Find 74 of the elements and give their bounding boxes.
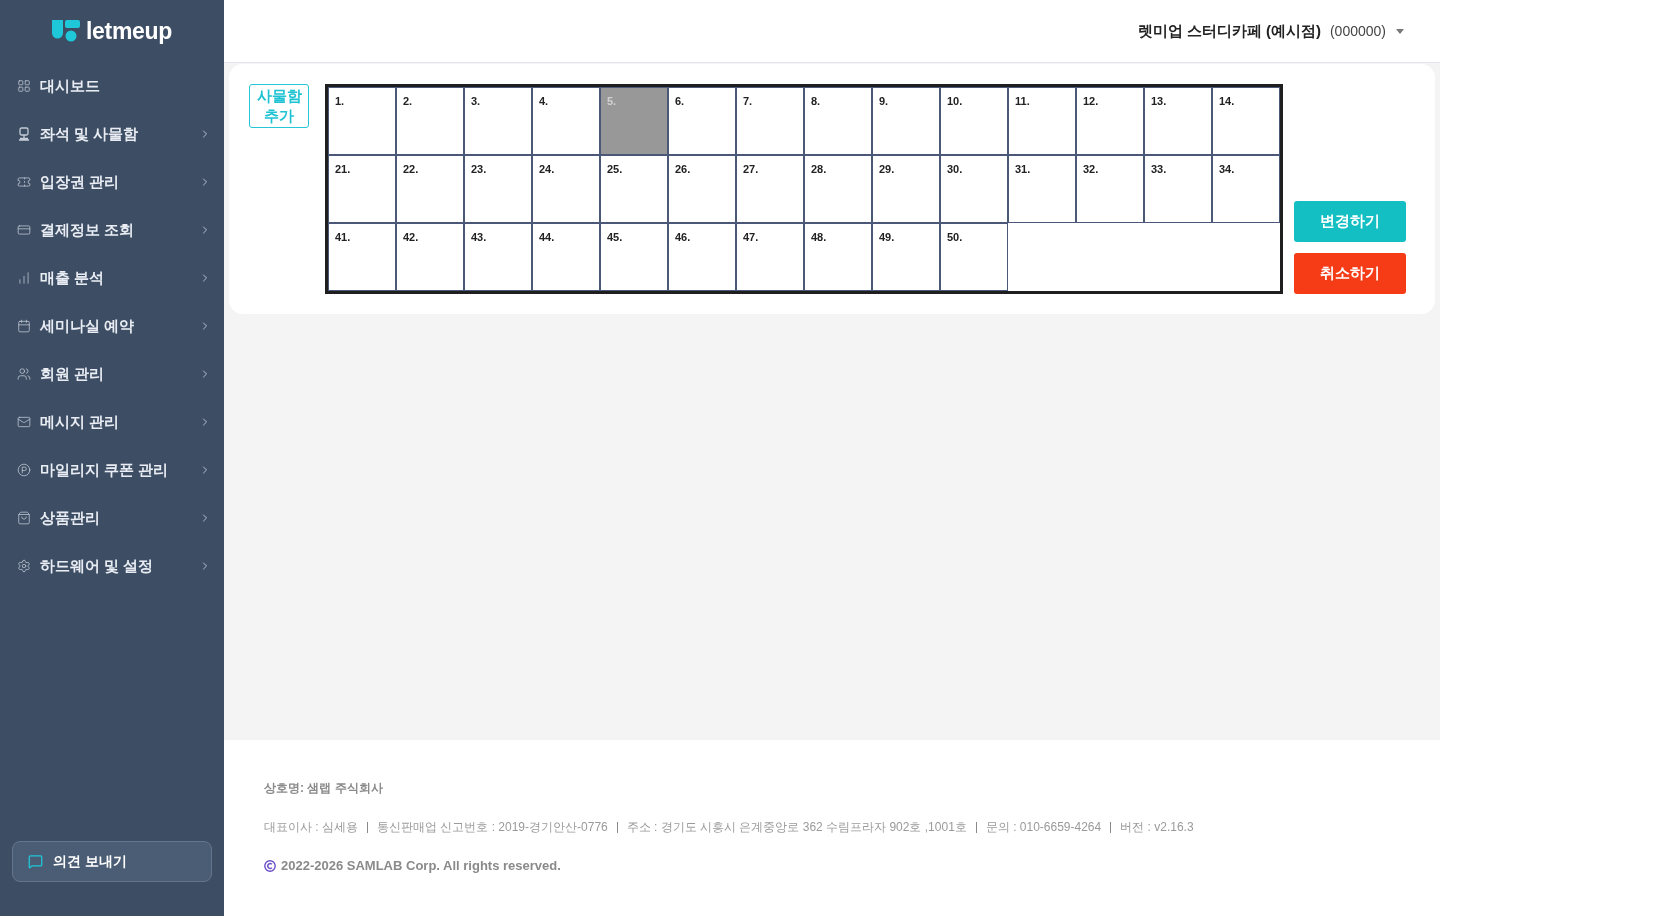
sidebar-item[interactable]: 메시지 관리 bbox=[0, 398, 224, 446]
sidebar-item[interactable]: 좌석 및 사물함 bbox=[0, 110, 224, 158]
sidebar-item[interactable]: 대시보드 bbox=[0, 62, 224, 110]
footer-info: 버전 : v2.16.3 bbox=[1120, 819, 1194, 835]
logo-mark-icon bbox=[51, 20, 80, 42]
sidebar-item[interactable]: 세미나실 예약 bbox=[0, 302, 224, 350]
locker-cell[interactable]: 41. bbox=[328, 223, 396, 291]
sidebar-item[interactable]: 하드웨어 및 설정 bbox=[0, 542, 224, 590]
sidebar-item[interactable]: 마일리지 쿠폰 관리 bbox=[0, 446, 224, 494]
sidebar-item[interactable]: 입장권 관리 bbox=[0, 158, 224, 206]
locker-cell[interactable]: 14. bbox=[1212, 87, 1280, 155]
credit-card-icon bbox=[17, 223, 31, 237]
sidebar-item[interactable]: 결제정보 조회 bbox=[0, 206, 224, 254]
logo-text: letmeup bbox=[85, 19, 173, 43]
users-icon bbox=[17, 367, 31, 381]
feedback-button[interactable]: 의견 보내기 bbox=[12, 841, 212, 882]
locker-cell[interactable]: 8. bbox=[804, 87, 872, 155]
locker-cell[interactable]: 24. bbox=[532, 155, 600, 223]
cancel-button[interactable]: 취소하기 bbox=[1294, 253, 1406, 294]
locker-cell[interactable]: 22. bbox=[396, 155, 464, 223]
locker-cell[interactable]: 25. bbox=[600, 155, 668, 223]
monitor-icon bbox=[17, 127, 31, 141]
speech-bubble-icon bbox=[28, 854, 43, 869]
locker-cell[interactable]: 48. bbox=[804, 223, 872, 291]
locker-cell[interactable]: 28. bbox=[804, 155, 872, 223]
locker-cell[interactable]: 42. bbox=[396, 223, 464, 291]
sidebar-item[interactable]: 회원 관리 bbox=[0, 350, 224, 398]
locker-cell[interactable]: 4. bbox=[532, 87, 600, 155]
mail-icon bbox=[17, 415, 31, 429]
locker-cell[interactable]: 34. bbox=[1212, 155, 1280, 223]
locker-cell[interactable]: 11. bbox=[1008, 87, 1076, 155]
locker-cell[interactable]: 21. bbox=[328, 155, 396, 223]
caret-down-icon bbox=[1396, 28, 1404, 34]
p-circle-icon bbox=[17, 463, 31, 477]
locker-cell[interactable]: 47. bbox=[736, 223, 804, 291]
sidebar-item[interactable]: 상품관리 bbox=[0, 494, 224, 542]
bar-chart-icon bbox=[17, 271, 31, 285]
settings-icon bbox=[17, 559, 31, 573]
sidebar-item[interactable]: 매출 분석 bbox=[0, 254, 224, 302]
footer-info: 대표이사 : 심세용 bbox=[264, 819, 358, 835]
locker-cell[interactable]: 46. bbox=[668, 223, 736, 291]
locker-cell[interactable]: 30. bbox=[940, 155, 1008, 223]
locker-cell[interactable]: 31. bbox=[1008, 155, 1076, 223]
footer-info: 문의 : 010-6659-4264 bbox=[985, 819, 1102, 835]
locker-cell[interactable]: 9. bbox=[872, 87, 940, 155]
store-dropdown[interactable]: 렛미업 스터디카페 (예시점) (000000) bbox=[1137, 19, 1404, 43]
locker-cell[interactable]: 26. bbox=[668, 155, 736, 223]
locker-cell[interactable]: 33. bbox=[1144, 155, 1212, 223]
locker-cell[interactable]: 50. bbox=[940, 223, 1008, 291]
shopping-bag-icon bbox=[17, 511, 31, 525]
copyright-text: 2022-2026 SAMLAB Corp. All rights reserved. bbox=[281, 858, 561, 874]
locker-cell[interactable]: 2. bbox=[396, 87, 464, 155]
locker-cell[interactable]: 3. bbox=[464, 87, 532, 155]
locker-cell[interactable]: 10. bbox=[940, 87, 1008, 155]
company-name: 상호명: 샘랩 주식회사 bbox=[264, 780, 383, 796]
locker-cell[interactable]: 1. bbox=[328, 87, 396, 155]
footer-info: 통신판매업 신고번호 : 2019-경기안산-0776 bbox=[377, 819, 608, 835]
calendar-icon bbox=[17, 319, 31, 333]
locker-cell[interactable]: 7. bbox=[736, 87, 804, 155]
locker-cell[interactable]: 13. bbox=[1144, 87, 1212, 155]
locker-cell[interactable]: 12. bbox=[1076, 87, 1144, 155]
footer-info: 주소 : 경기도 시흥시 은계중앙로 362 수림프라자 902호 ,1001호 bbox=[626, 819, 967, 835]
locker-cell[interactable]: 44. bbox=[532, 223, 600, 291]
locker-cell[interactable]: 49. bbox=[872, 223, 940, 291]
locker-cell[interactable]: 43. bbox=[464, 223, 532, 291]
grid-icon bbox=[17, 79, 31, 93]
locker-cell[interactable]: 29. bbox=[872, 155, 940, 223]
locker-cell[interactable]: 32. bbox=[1076, 155, 1144, 223]
locker-cell[interactable]: 45. bbox=[600, 223, 668, 291]
copyright-icon bbox=[264, 860, 276, 872]
locker-cell[interactable]: 27. bbox=[736, 155, 804, 223]
locker-cell[interactable]: 23. bbox=[464, 155, 532, 223]
ticket-icon bbox=[17, 175, 31, 189]
locker-cell[interactable]: 6. bbox=[668, 87, 736, 155]
